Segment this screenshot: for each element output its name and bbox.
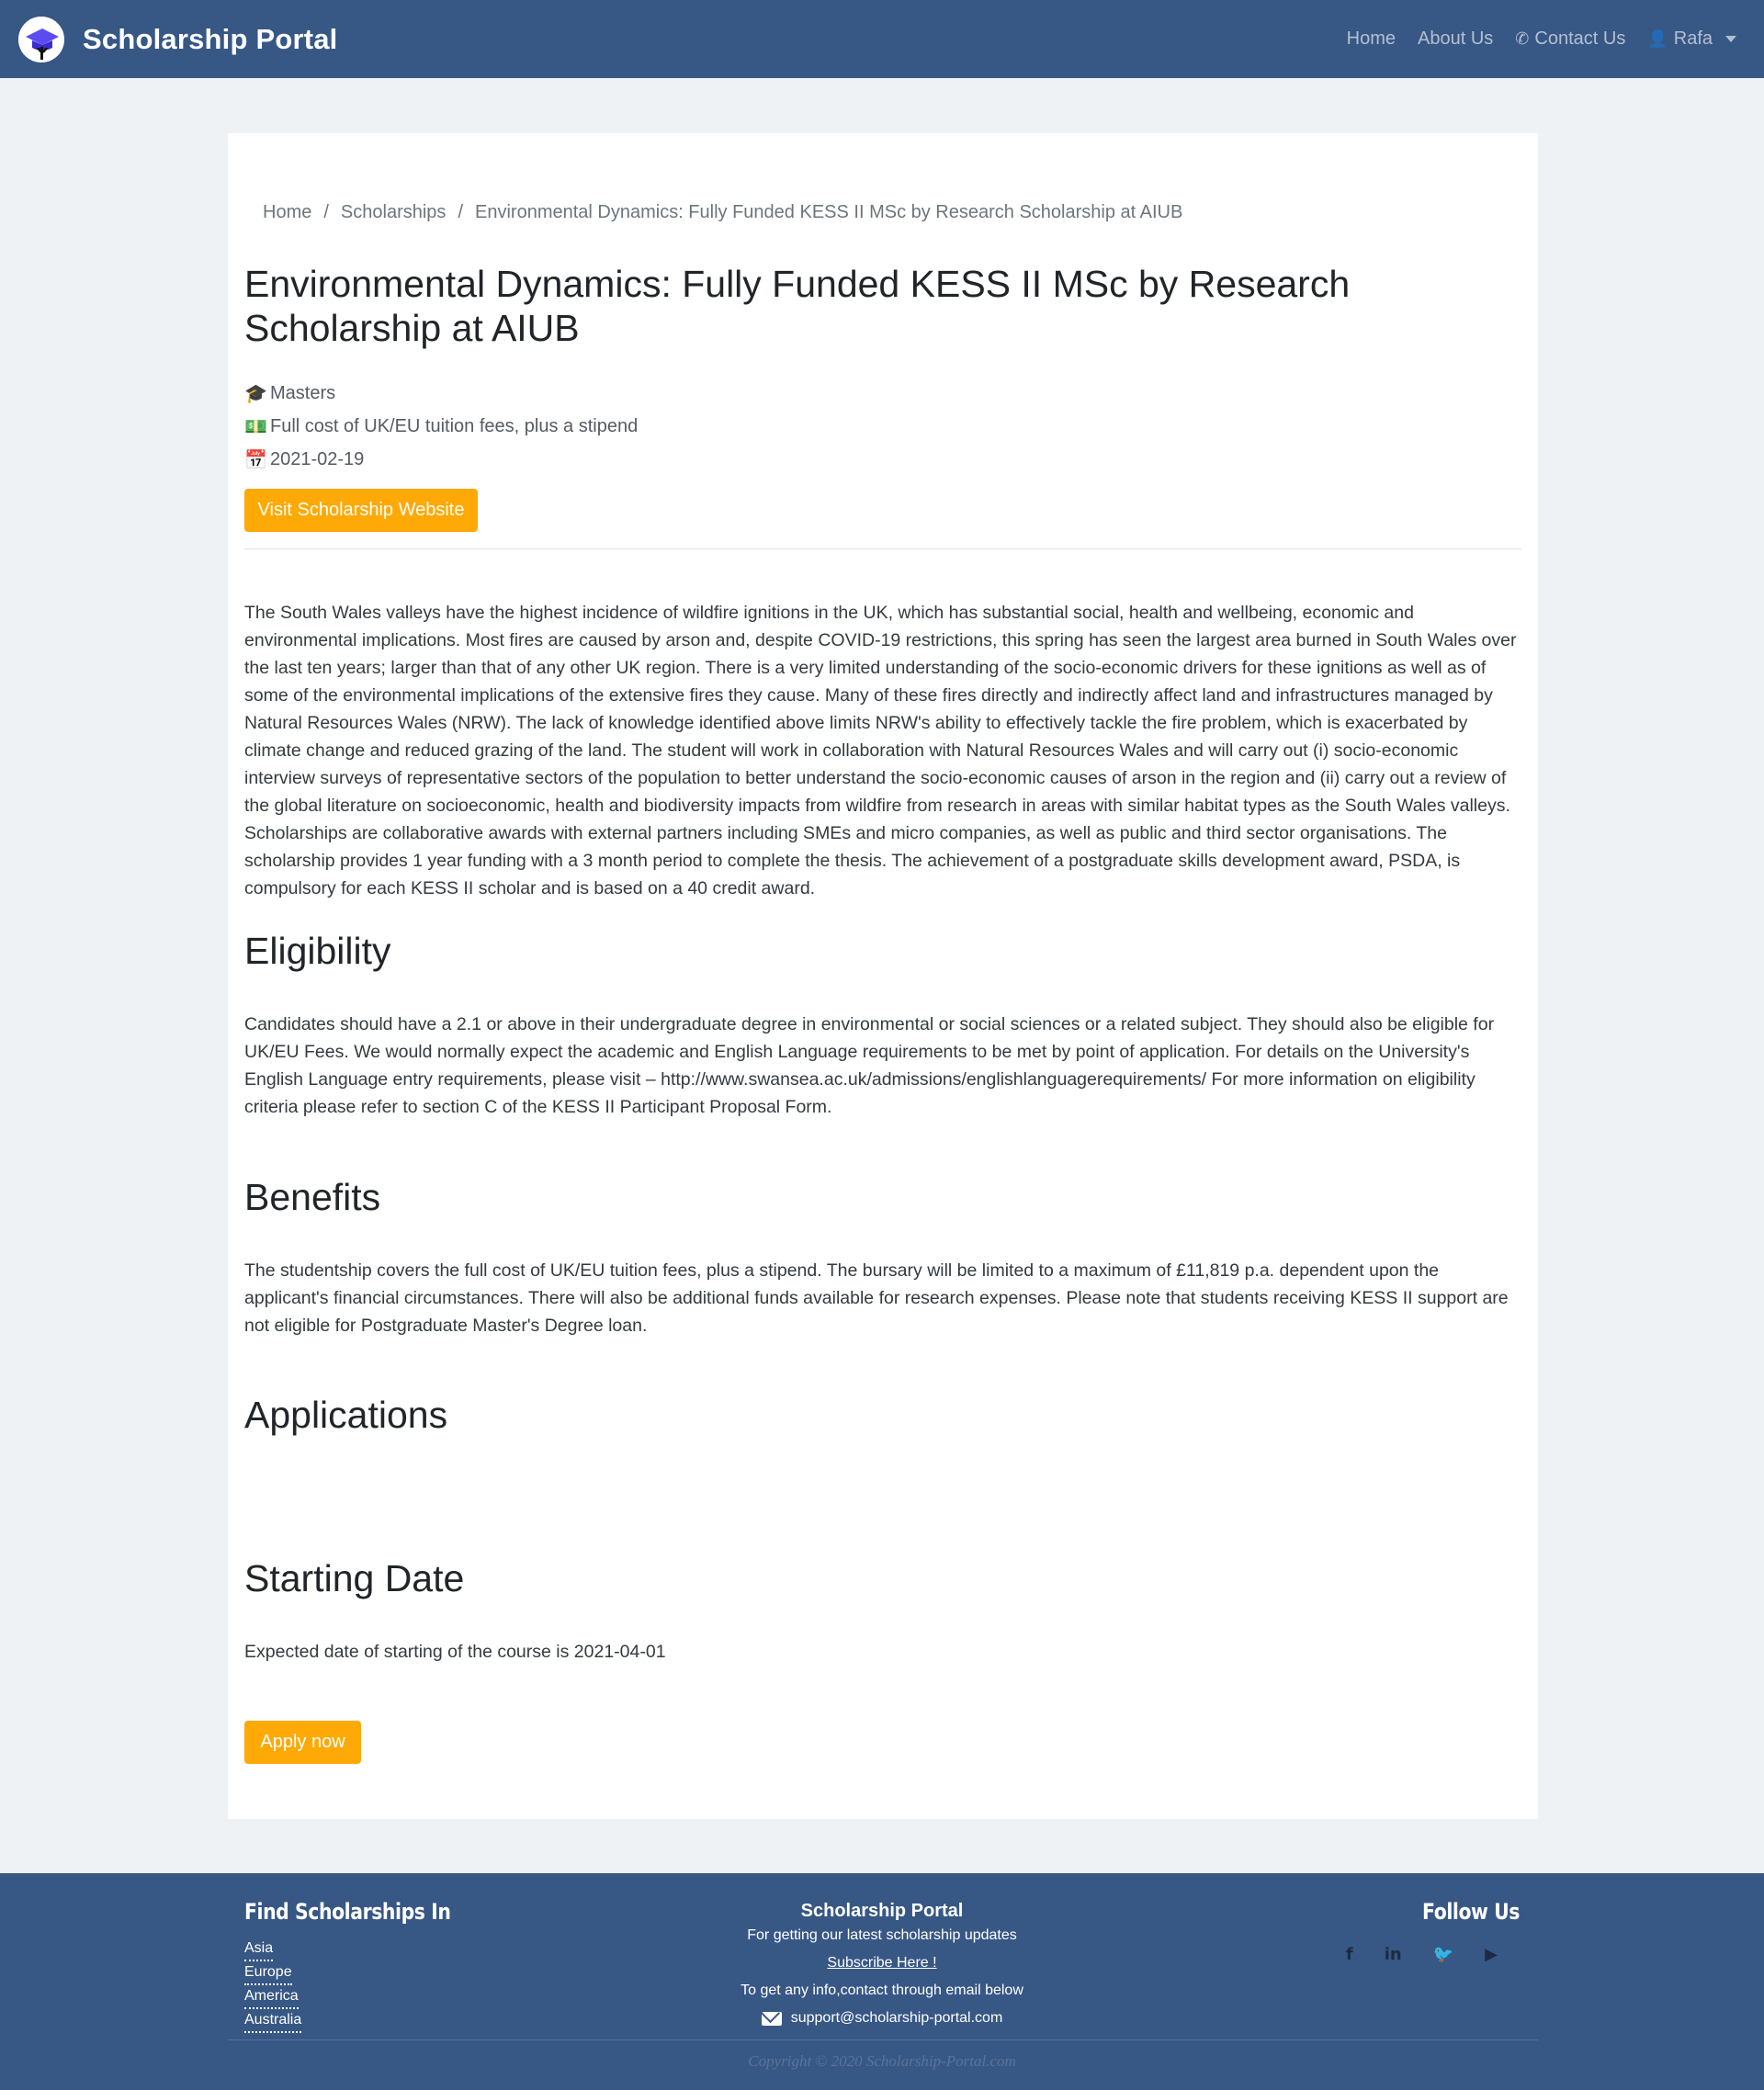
envelope-icon <box>761 2011 782 2026</box>
eligibility-heading: Eligibility <box>244 930 391 972</box>
starting-date-text: Expected date of starting of the course … <box>244 1642 666 1662</box>
email-contact[interactable]: support@scholarship-portal.com <box>698 2005 1066 2032</box>
follow-us-heading: Follow Us <box>1422 1899 1520 1925</box>
footer-brand-title: Scholarship Portal <box>800 1901 964 1921</box>
user-name: Rafa <box>1673 28 1713 49</box>
footer-contact: Scholarship Portal For getting our lates… <box>698 1901 1066 2032</box>
linkedin-icon[interactable]: in <box>1385 1945 1402 1964</box>
contact-text: To get any info,contact through email be… <box>741 1983 1023 1998</box>
email-address: support@scholarship-portal.com <box>790 2010 1003 2026</box>
degree-level-text: Masters <box>270 383 336 403</box>
scholarship-card: Home / Scholarships / Environmental Dyna… <box>228 133 1538 1819</box>
footer: Find Scholarships In Asia Europe America… <box>0 1873 1764 2090</box>
applications-heading: Applications <box>244 1394 448 1436</box>
page-title: Environmental Dynamics: Fully Funded KES… <box>244 263 1351 349</box>
region-link-australia[interactable]: Australia <box>244 2009 302 2033</box>
breadcrumb-scholarships[interactable]: Scholarships <box>341 202 447 223</box>
nav-home-link[interactable]: Home <box>1347 28 1396 50</box>
apply-now-button[interactable]: Apply now <box>244 1721 361 1764</box>
breadcrumb-home[interactable]: Home <box>263 202 311 223</box>
facebook-icon[interactable]: f <box>1346 1945 1353 1964</box>
calendar-icon: 📅 <box>244 450 267 470</box>
updates-text: For getting our latest scholarship updat… <box>747 1927 1017 1943</box>
funding-text: Full cost of UK/EU tuition fees, plus a … <box>270 416 639 436</box>
subscribe-link[interactable]: Subscribe Here ! <box>827 1955 936 1971</box>
nav-links: Home About Us ✆ Contact Us 👤 Rafa <box>1347 0 1736 78</box>
visit-website-button[interactable]: Visit Scholarship Website <box>244 489 478 532</box>
nav-contact-link[interactable]: ✆ Contact Us <box>1515 28 1625 50</box>
find-scholarships-heading: Find Scholarships In <box>244 1899 451 1925</box>
region-link-europe[interactable]: Europe <box>244 1961 292 1985</box>
user-dropdown[interactable]: 👤 Rafa <box>1647 28 1736 50</box>
navbar: Scholarship Portal Home About Us ✆ Contac… <box>0 0 1764 78</box>
graduation-cap-icon: 🎓 <box>244 384 267 404</box>
money-icon: 💵 <box>244 417 267 437</box>
description-text: The South Wales valleys have the highest… <box>244 603 1517 898</box>
region-link-asia[interactable]: Asia <box>244 1937 274 1961</box>
benefits-heading: Benefits <box>244 1176 381 1218</box>
chevron-down-icon <box>1725 36 1736 42</box>
breadcrumb-separator: / <box>458 202 463 222</box>
deadline-info: 📅 2021-02-19 <box>244 448 364 471</box>
degree-level: 🎓 Masters <box>244 382 335 405</box>
footer-social: Follow Us f in 🐦 ▶ <box>1336 1899 1521 1964</box>
footer-regions: Find Scholarships In Asia Europe America… <box>244 1899 487 2033</box>
breadcrumb-current: Environmental Dynamics: Fully Funded KES… <box>475 202 1183 222</box>
social-links: f in 🐦 ▶ <box>1336 1945 1498 1964</box>
divider <box>244 548 1521 549</box>
brand-title: Scholarship Portal <box>83 22 338 55</box>
nav-contact-label: Contact Us <box>1534 28 1626 49</box>
brand[interactable]: Scholarship Portal <box>18 16 338 62</box>
eligibility-text: Candidates should have a 2.1 or above in… <box>244 1014 1495 1117</box>
nav-about-label: About Us <box>1418 28 1494 49</box>
nav-about-link[interactable]: About Us <box>1418 28 1493 50</box>
copyright-text: Copyright © 2020 Scholarship-Portal.com <box>748 2052 1016 2070</box>
funding-info: 💵 Full cost of UK/EU tuition fees, plus … <box>244 415 638 438</box>
starting-date-heading: Starting Date <box>244 1557 465 1599</box>
twitter-icon[interactable]: 🐦 <box>1433 1945 1453 1964</box>
phone-icon: ✆ <box>1515 29 1530 48</box>
deadline-text: 2021-02-19 <box>270 449 365 469</box>
nav-home-label: Home <box>1346 28 1396 49</box>
benefits-text: The studentship covers the full cost of … <box>244 1260 1509 1336</box>
breadcrumb-separator: / <box>323 202 329 222</box>
logo-icon <box>18 16 64 62</box>
youtube-icon[interactable]: ▶ <box>1485 1945 1498 1964</box>
breadcrumb: Home / Scholarships / Environmental Dyna… <box>263 202 1182 223</box>
region-link-america[interactable]: America <box>244 1985 299 2009</box>
user-icon: 👤 <box>1647 29 1668 48</box>
footer-divider <box>228 2039 1538 2040</box>
region-list: Asia Europe America Australia <box>244 1937 487 2033</box>
